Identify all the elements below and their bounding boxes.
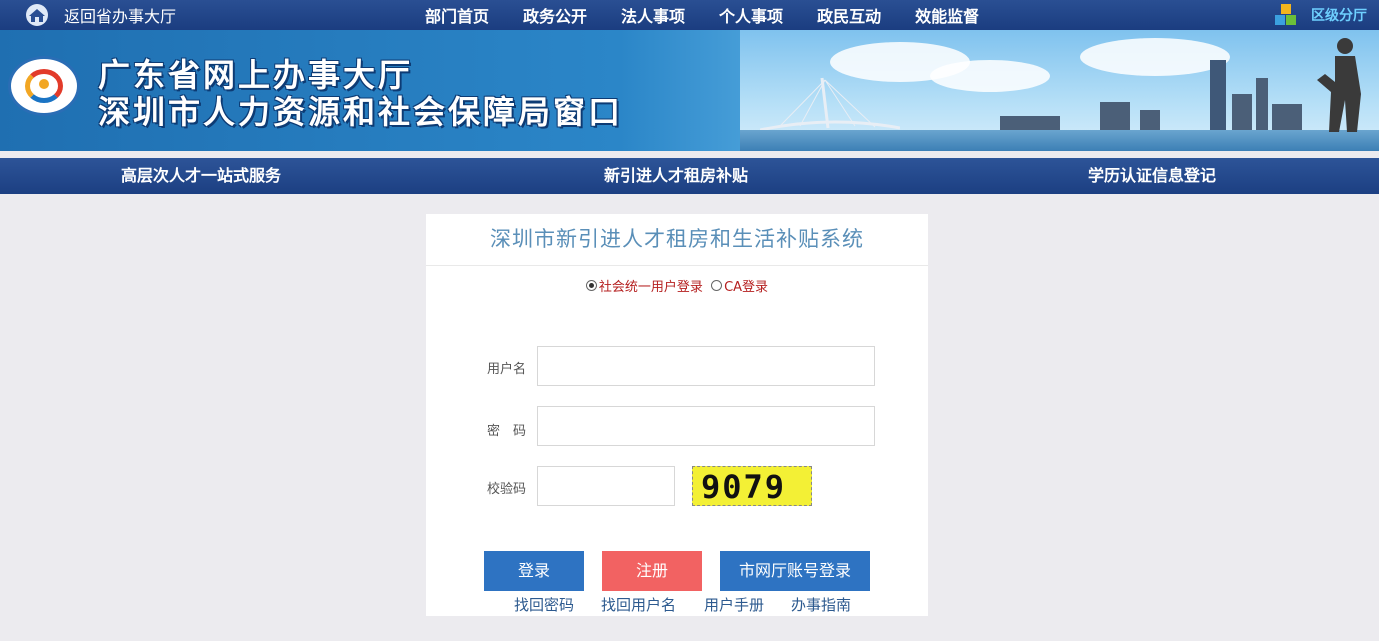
main-nav: 部门首页 政务公开 法人事项 个人事项 政民互动 效能监督	[408, 0, 996, 30]
system-title: 深圳市新引进人才租房和生活补贴系统	[426, 214, 928, 266]
top-nav-bar: 返回省办事大厅 部门首页 政务公开 法人事项 个人事项 政民互动 效能监督 区级…	[0, 0, 1379, 30]
banner-title-line2: 深圳市人力资源和社会保障局窗口	[98, 93, 624, 131]
mode-ca[interactable]: CA登录	[711, 276, 768, 295]
username-input[interactable]	[537, 346, 875, 386]
service-nav: 高层次人才一站式服务 新引进人才租房补贴 学历认证信息登记	[0, 158, 1379, 194]
captcha-label: 校验码	[486, 482, 526, 497]
password-label: 密 码	[486, 424, 526, 439]
guangdong-hall-logo	[8, 56, 80, 116]
forgot-password-link[interactable]: 找回密码	[514, 594, 574, 615]
password-input[interactable]	[537, 406, 875, 446]
home-icon	[24, 4, 50, 26]
register-button[interactable]: 注册	[602, 551, 702, 591]
captcha-input[interactable]	[537, 466, 675, 506]
radio-selected[interactable]	[585, 280, 597, 291]
nav-dept-home[interactable]: 部门首页	[425, 3, 489, 27]
water-strip	[740, 130, 1379, 151]
username-label: 用户名	[486, 362, 526, 377]
mode-ca-label: CA登录	[724, 280, 769, 295]
blocks-icon	[1275, 4, 1297, 26]
nav-personal[interactable]: 个人事项	[719, 3, 783, 27]
nav-degree-registration[interactable]: 学历认证信息登记	[1088, 158, 1216, 194]
back-label: 返回省办事大厅	[64, 7, 177, 26]
district-label: 区级分厅	[1311, 8, 1367, 24]
nav-rent-subsidy[interactable]: 新引进人才租房补贴	[604, 158, 748, 194]
header-banner: 广东省网上办事大厅 深圳市人力资源和社会保障局窗口	[0, 30, 1379, 151]
back-to-province-link[interactable]: 返回省办事大厅	[24, 0, 176, 30]
mode-unified-user[interactable]: 社会统一用户登录	[585, 276, 703, 295]
nav-supervision[interactable]: 效能监督	[915, 3, 979, 27]
captcha-image[interactable]: 9079	[692, 466, 812, 506]
forgot-username-link[interactable]: 找回用户名	[601, 594, 676, 615]
radio-unselected[interactable]	[711, 280, 723, 291]
user-manual-link[interactable]: 用户手册	[704, 594, 764, 615]
city-account-login-button[interactable]: 市网厅账号登录	[720, 551, 870, 591]
service-guide-link[interactable]: 办事指南	[791, 594, 851, 615]
login-button[interactable]: 登录	[484, 551, 584, 591]
statue-figure	[1317, 38, 1361, 132]
nav-high-talent[interactable]: 高层次人才一站式服务	[121, 158, 281, 194]
district-hall-link[interactable]: 区级分厅	[1275, 0, 1367, 30]
nav-interaction[interactable]: 政民互动	[817, 3, 881, 27]
login-mode-selector: 社会统一用户登录 CA登录	[426, 276, 928, 295]
mode-unified-label: 社会统一用户登录	[598, 280, 703, 295]
captcha-text: 9079	[701, 468, 787, 506]
nav-legal-person[interactable]: 法人事项	[621, 3, 685, 27]
nav-gov-affairs[interactable]: 政务公开	[523, 3, 587, 27]
login-panel: 深圳市新引进人才租房和生活补贴系统 社会统一用户登录 CA登录 用户名 密 码 …	[426, 214, 928, 616]
